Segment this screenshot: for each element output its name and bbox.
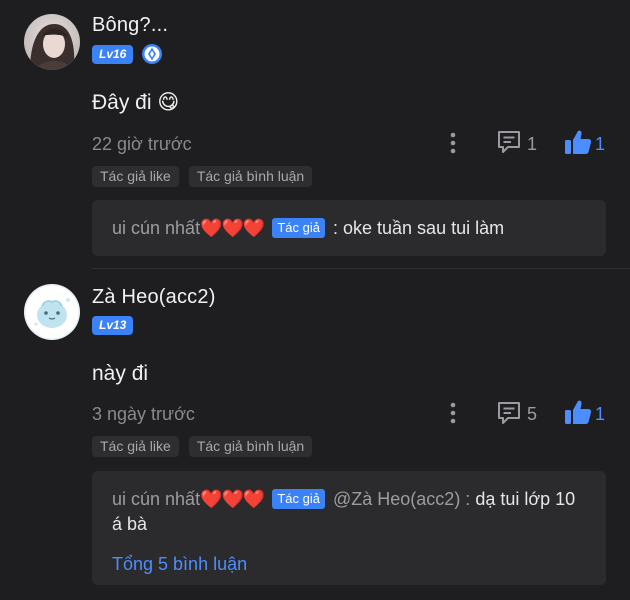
timestamp: 22 giờ trước [92,134,192,154]
vip-diamond-icon [141,43,163,65]
more-vertical-icon[interactable] [447,131,459,155]
thumbs-up-icon[interactable] [564,129,592,155]
tag-author-comment: Tác giả bình luận [188,436,313,457]
username[interactable]: Zà Heo(acc2) [92,286,216,309]
hearts-icon: ❤️❤️❤️ [200,489,265,509]
comment-content: Đây đi 😋 [92,91,180,114]
reply-icon[interactable] [496,400,522,426]
tag-list: Tác giả like Tác giả bình luận [92,436,313,457]
reply-line: ui cún nhất❤️❤️❤️ Tác giả @Zà Heo(acc2) … [112,487,586,537]
comment-content: này đi [92,362,149,385]
author-tag: Tác giả [272,489,325,509]
author-tag: Tác giả [272,218,325,238]
avatar[interactable] [24,14,80,70]
like-count: 1 [595,134,606,154]
more-vertical-icon[interactable] [447,401,459,425]
like-count: 1 [595,404,606,424]
timestamp: 3 ngày trước [92,404,195,424]
comment-item: Zà Heo(acc2) Lv13 này đi 3 ngày trước 5 … [0,270,630,600]
reply-mention[interactable]: @Zà Heo(acc2) : [333,489,470,509]
divider [92,268,630,269]
reply-author[interactable]: ui cún nhất [112,489,200,509]
reply-author[interactable]: ui cún nhất [112,218,200,238]
total-replies-link[interactable]: Tổng 5 bình luận [112,554,586,575]
reply-text: : oke tuần sau tui làm [333,218,505,238]
username[interactable]: Bông?... [92,14,168,37]
reply-preview[interactable]: ui cún nhất❤️❤️❤️ Tác giả @Zà Heo(acc2) … [92,471,606,585]
reply-count: 1 [527,134,538,154]
tag-author-comment: Tác giả bình luận [188,166,313,187]
level-badge: Lv13 [92,316,134,335]
level-badge: Lv16 [92,45,134,64]
reply-count: 5 [527,404,538,424]
avatar[interactable] [24,284,80,340]
tag-author-like: Tác giả like [92,166,179,187]
tag-list: Tác giả like Tác giả bình luận [92,166,313,187]
reply-icon[interactable] [496,129,522,155]
hearts-icon: ❤️❤️❤️ [200,218,265,238]
thumbs-up-icon[interactable] [564,399,592,425]
tag-author-like: Tác giả like [92,436,179,457]
reply-line: ui cún nhất❤️❤️❤️ Tác giả : oke tuần sau… [112,216,586,241]
reply-preview[interactable]: ui cún nhất❤️❤️❤️ Tác giả : oke tuần sau… [92,200,606,256]
comment-item: Bông?... Lv16 Đây đi 😋 22 giờ trước 1 1 [0,0,630,270]
